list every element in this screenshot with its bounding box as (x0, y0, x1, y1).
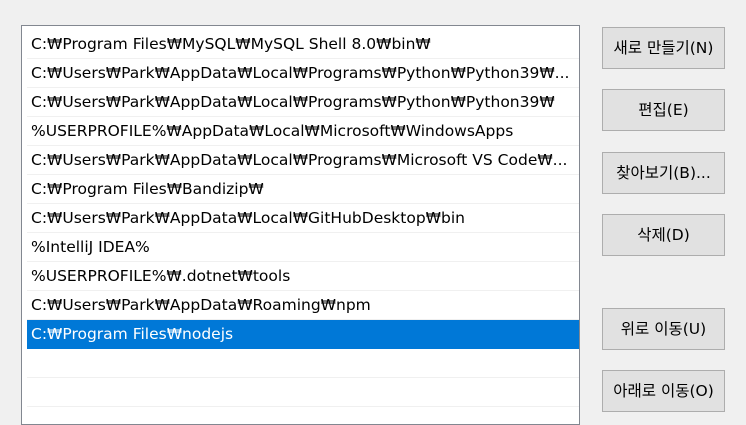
path-list-item[interactable]: C:₩Program Files₩MySQL₩MySQL Shell 8.0₩b… (27, 30, 579, 59)
path-list-item[interactable]: C:₩Users₩Park₩AppData₩Local₩GitHubDeskto… (27, 204, 579, 233)
path-list-item[interactable]: C:₩Users₩Park₩AppData₩Local₩Programs₩Mic… (27, 146, 579, 175)
edit-button[interactable]: 편집(E) (602, 89, 725, 131)
path-list-item[interactable]: %USERPROFILE%₩AppData₩Local₩Microsoft₩Wi… (27, 117, 579, 146)
path-list-item[interactable]: %IntelliJ IDEA% (27, 233, 579, 262)
path-list-item[interactable]: C:₩Users₩Park₩AppData₩Local₩Programs₩Pyt… (27, 88, 579, 117)
path-list-empty-row[interactable] (27, 349, 579, 378)
path-list-empty-row[interactable] (27, 378, 579, 407)
path-list-item[interactable]: C:₩Users₩Park₩AppData₩Local₩Programs₩Pyt… (27, 59, 579, 88)
path-list[interactable]: C:₩Program Files₩MySQL₩MySQL Shell 8.0₩b… (21, 25, 580, 425)
path-list-item-selected[interactable]: C:₩Program Files₩nodejs (27, 320, 579, 349)
delete-button[interactable]: 삭제(D) (602, 214, 725, 256)
browse-button[interactable]: 찾아보기(B)... (602, 152, 725, 194)
move-down-button[interactable]: 아래로 이동(O) (602, 370, 725, 412)
move-up-button[interactable]: 위로 이동(U) (602, 308, 725, 350)
path-list-item[interactable]: C:₩Program Files₩Bandizip₩ (27, 175, 579, 204)
path-list-item[interactable]: C:₩Users₩Park₩AppData₩Roaming₩npm (27, 291, 579, 320)
new-button[interactable]: 새로 만들기(N) (602, 27, 725, 69)
path-list-item[interactable]: %USERPROFILE%₩.dotnet₩tools (27, 262, 579, 291)
